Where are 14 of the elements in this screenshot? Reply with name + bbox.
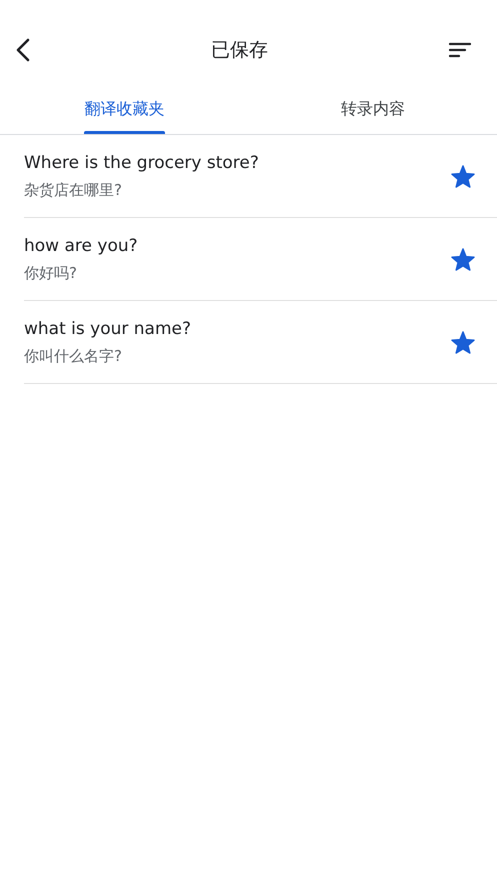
page-title: 已保存 [211, 38, 268, 63]
star-icon[interactable] [451, 330, 475, 354]
star-icon[interactable] [451, 164, 475, 188]
source-text: how are you? [24, 236, 139, 256]
back-icon[interactable] [16, 38, 30, 62]
translation-text: 你好吗? [24, 264, 78, 282]
translation-text: 你叫什么名字? [24, 346, 123, 366]
tab[interactable]: 翻译收藏夹 [0, 84, 248, 134]
translation-text: 杂货店在哪里? [24, 180, 123, 200]
source-text: what is your name? [24, 318, 192, 338]
sort-icon[interactable] [449, 42, 471, 58]
source-text: Where is the grocery store? [24, 152, 260, 172]
tab[interactable]: 转录内容 [248, 84, 497, 134]
star-icon[interactable] [451, 248, 475, 270]
